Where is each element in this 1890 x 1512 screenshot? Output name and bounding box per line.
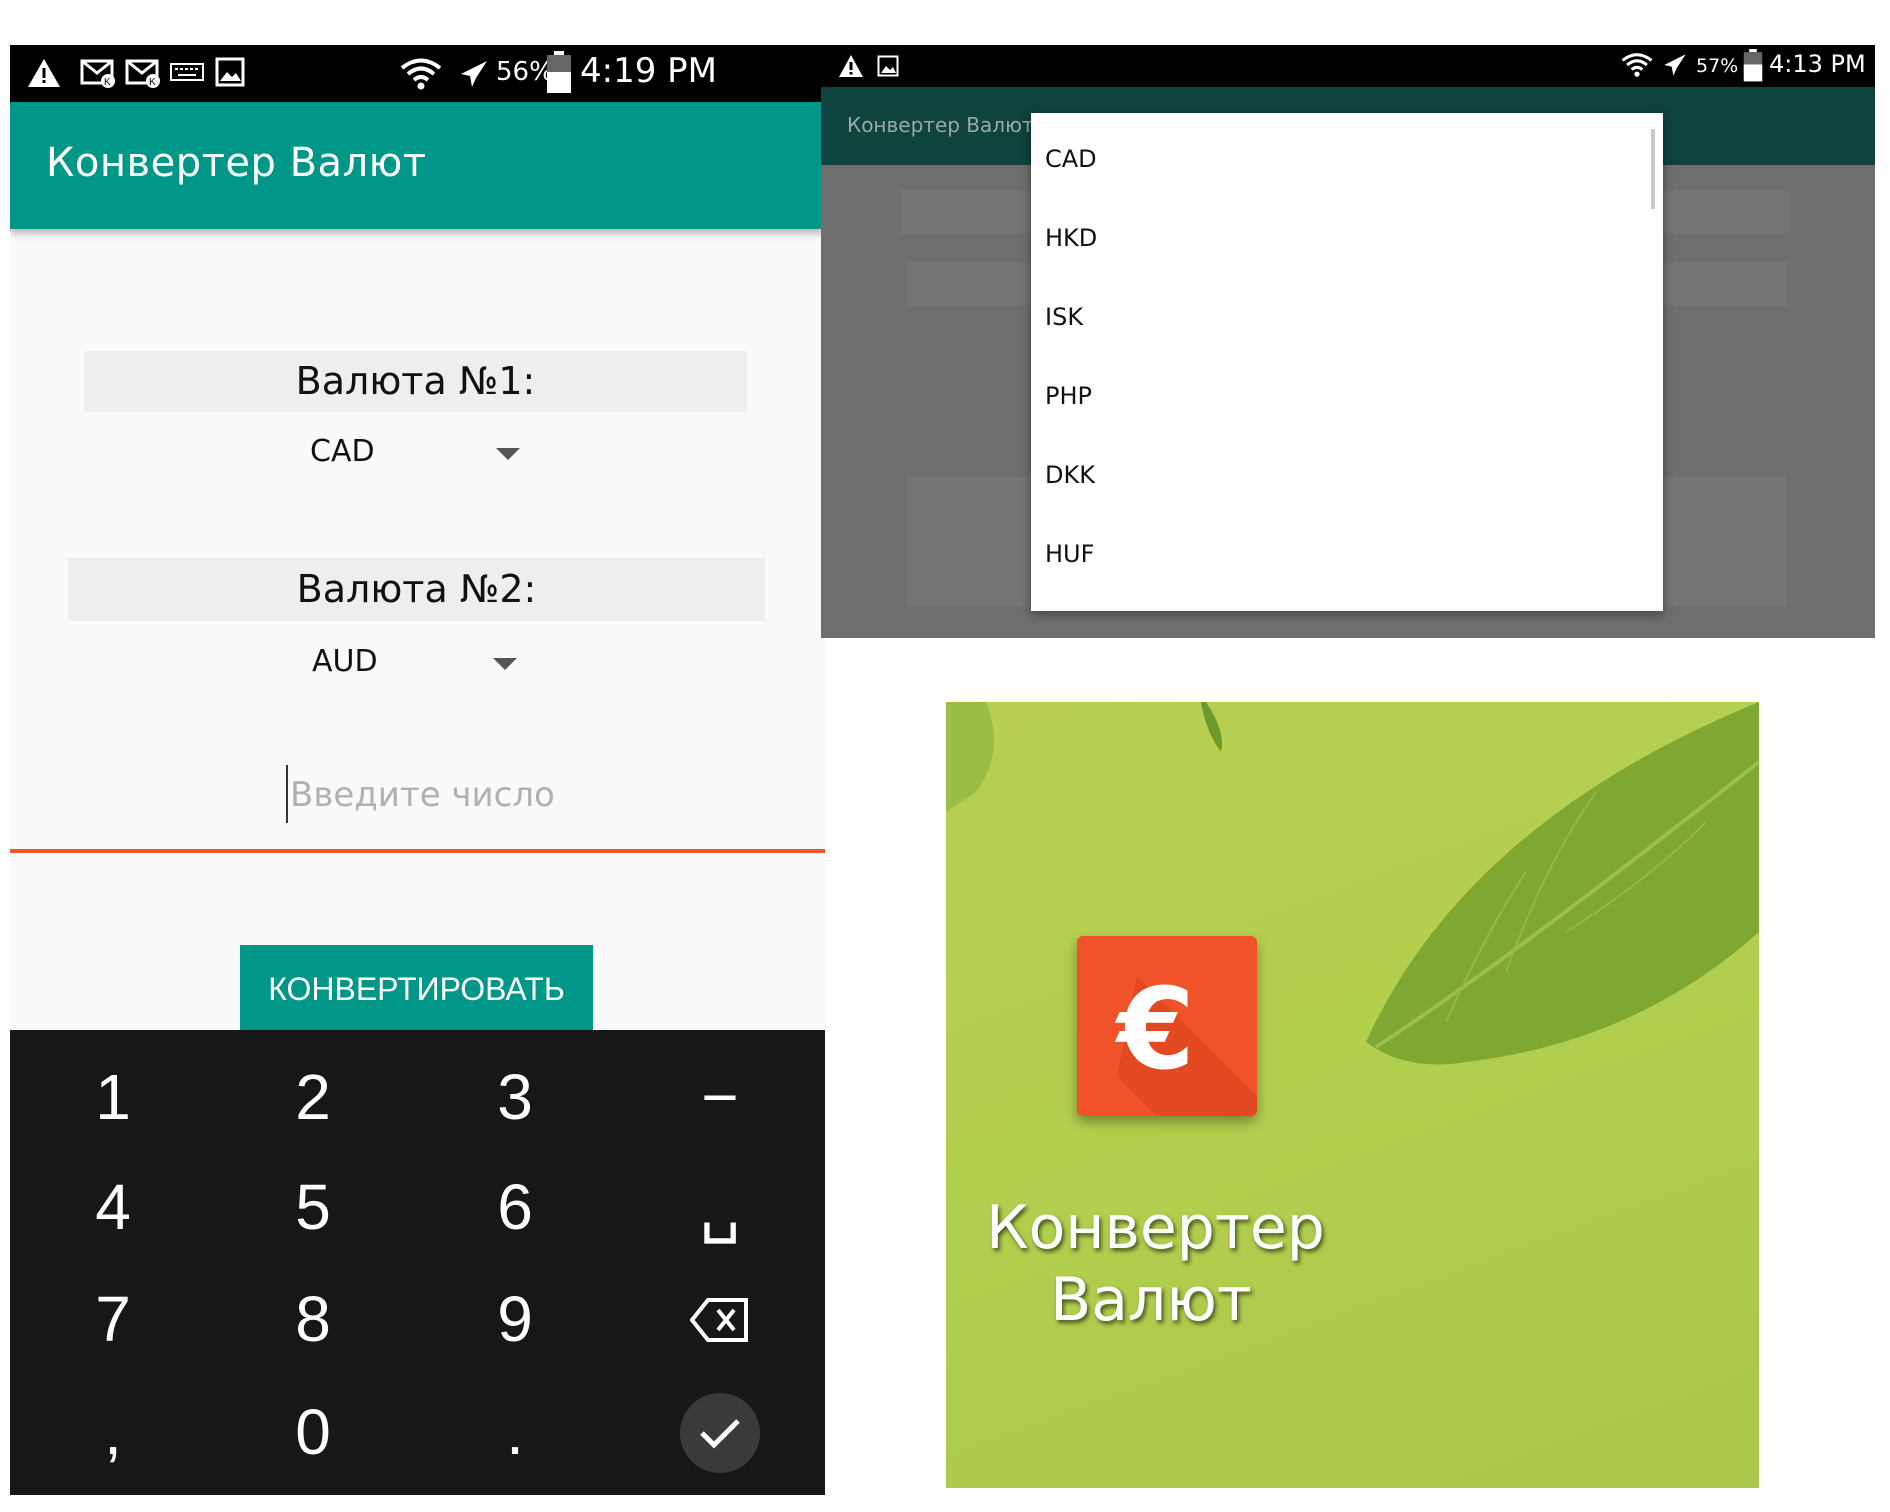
amount-placeholder: Введите число — [290, 775, 555, 815]
chevron-down-icon — [496, 448, 520, 460]
currency2-label: Валюта №2: — [68, 558, 765, 621]
numeric-keyboard: 1 2 3 − 4 5 6 ␣ 7 8 9 , 0 . — [10, 1030, 825, 1495]
dropdown-option[interactable]: HKD — [1045, 224, 1097, 252]
input-underline — [10, 849, 825, 853]
currency-dropdown-list: CAD HKD ISK PHP DKK HUF — [1031, 113, 1663, 611]
page-title: Конвертер Валют — [46, 140, 427, 186]
amount-input[interactable]: Введите число — [10, 745, 825, 865]
app-icon[interactable]: € — [1077, 936, 1257, 1116]
chevron-down-icon — [493, 658, 517, 670]
key-3[interactable]: 3 — [455, 1060, 575, 1134]
currency1-value: CAD — [310, 434, 375, 469]
dropdown-option[interactable]: DKK — [1045, 461, 1095, 489]
key-2[interactable]: 2 — [253, 1060, 373, 1134]
dropdown-screen: 57% 4:13 PM Конвертер Валют CAD HKD ISK … — [821, 45, 1875, 638]
app-icon-label-line2: Валют — [1050, 1265, 1252, 1335]
key-0[interactable]: 0 — [253, 1395, 373, 1469]
svg-text:K: K — [149, 77, 156, 88]
key-6[interactable]: 6 — [455, 1170, 575, 1244]
dropdown-option[interactable]: ISK — [1045, 303, 1083, 331]
status-bar: K K 56% 4:19 PM — [10, 45, 825, 102]
key-period[interactable]: . — [455, 1395, 575, 1469]
warning-icon — [26, 57, 62, 93]
scrollbar[interactable] — [1651, 129, 1655, 209]
convert-button[interactable]: КОНВЕРТИРОВАТЬ — [240, 945, 593, 1033]
currency2-spinner[interactable]: AUD — [310, 638, 540, 694]
warning-icon — [837, 53, 865, 83]
dropdown-option[interactable]: CAD — [1045, 145, 1097, 173]
currency1-label: Валюта №1: — [84, 351, 747, 412]
key-5[interactable]: 5 — [253, 1170, 373, 1244]
mail-icon: K — [80, 57, 118, 93]
check-icon — [700, 1419, 740, 1449]
svg-text:€: € — [1114, 965, 1195, 1095]
key-backspace[interactable] — [670, 1285, 770, 1365]
key-1[interactable]: 1 — [53, 1060, 173, 1134]
dropdown-option[interactable]: HUF — [1045, 540, 1094, 568]
svg-text:K: K — [104, 77, 111, 88]
status-bar: 57% 4:13 PM — [821, 45, 1875, 87]
key-9[interactable]: 9 — [455, 1282, 575, 1356]
leaf-background — [946, 702, 1759, 1065]
keyboard-icon — [170, 63, 204, 87]
key-minus[interactable]: − — [660, 1060, 780, 1134]
text-cursor — [286, 765, 288, 823]
airplane-icon — [457, 57, 491, 95]
key-7[interactable]: 7 — [53, 1282, 173, 1356]
app-icon-label: Конвертер Валют — [986, 1192, 1325, 1336]
backspace-icon — [689, 1298, 748, 1342]
key-4[interactable]: 4 — [53, 1170, 173, 1244]
image-icon — [877, 55, 899, 81]
dropdown-option[interactable]: PHP — [1045, 382, 1092, 410]
converter-screen: K K 56% 4:19 PM Конвертер Валют Валюта №… — [10, 45, 825, 1495]
currency1-spinner[interactable]: CAD — [310, 428, 540, 484]
euro-icon: € — [1114, 965, 1257, 1116]
airplane-icon — [1661, 51, 1689, 83]
page-title: Конвертер Валют — [847, 113, 1034, 137]
key-8[interactable]: 8 — [253, 1282, 373, 1356]
mail-icon: K — [125, 57, 163, 93]
app-icon-label-line1: Конвертер — [986, 1193, 1325, 1263]
wifi-icon — [1621, 51, 1653, 83]
battery-percent: 57% — [1696, 55, 1739, 77]
key-space[interactable]: ␣ — [660, 1170, 780, 1245]
key-comma[interactable]: , — [53, 1395, 173, 1469]
currency2-value: AUD — [312, 644, 378, 679]
wifi-icon — [400, 57, 442, 95]
battery-icon — [546, 51, 572, 99]
key-done[interactable] — [680, 1393, 760, 1473]
launcher-tile: € Конвертер Валют — [946, 702, 1759, 1488]
app-bar: Конвертер Валют — [10, 102, 825, 229]
image-icon — [215, 57, 245, 91]
clock: 4:19 PM — [580, 51, 717, 91]
clock: 4:13 PM — [1769, 50, 1866, 78]
battery-icon — [1743, 49, 1763, 87]
